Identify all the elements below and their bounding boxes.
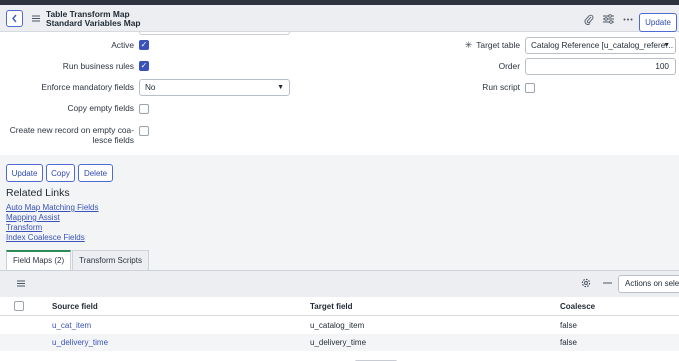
select-all-checkbox[interactable]	[14, 301, 24, 311]
gear-icon	[581, 278, 591, 288]
actions-select[interactable]: Actions on selec	[618, 275, 679, 293]
run-business-rules-label: Run business rules	[62, 61, 134, 71]
enforce-mandatory-select[interactable]: No ▼	[139, 79, 290, 96]
partial-field-above	[139, 32, 290, 35]
attachment-button[interactable]	[583, 13, 595, 25]
enforce-mandatory-label: Enforce mandatory fields	[41, 82, 134, 92]
enforce-mandatory-value: No	[145, 83, 156, 92]
header-update-button[interactable]: Update	[639, 13, 677, 32]
related-link-auto-map[interactable]: Auto Map Matching Fields	[6, 203, 99, 213]
table-row: u_cat_item u_catalog_item false	[0, 317, 679, 334]
delete-button[interactable]: Delete	[78, 164, 113, 182]
title-line-2: Standard Variables Map	[46, 18, 141, 28]
column-header-coalesce[interactable]: Coalesce	[560, 297, 595, 316]
context-menu-button[interactable]	[28, 10, 43, 27]
back-button[interactable]	[6, 10, 23, 27]
coalesce-cell: false	[560, 338, 577, 347]
source-field-cell[interactable]: u_delivery_time	[52, 334, 108, 351]
active-label: Active	[111, 40, 134, 50]
order-input[interactable]: 100	[525, 58, 676, 75]
table-row: u_delivery_time u_delivery_time false	[0, 334, 679, 351]
hamburger-icon	[17, 280, 25, 286]
create-new-label-line-1: Create new record on empty coa-	[9, 125, 134, 135]
target-table-label: ✳ Target table	[465, 40, 520, 50]
copy-button[interactable]: Copy	[46, 164, 75, 182]
source-field-cell[interactable]: u_cat_item	[52, 317, 91, 334]
chevron-left-icon	[12, 14, 17, 23]
column-header-target-field[interactable]: Target field	[310, 297, 353, 316]
required-icon: ✳	[464, 40, 473, 50]
related-list-tabs: Field Maps (2) Transform Scripts	[6, 250, 150, 270]
related-link-mapping-assist[interactable]: Mapping Assist	[6, 213, 60, 223]
copy-empty-checkbox[interactable]	[139, 104, 149, 114]
related-links-title: Related Links	[6, 187, 70, 199]
paperclip-icon	[584, 14, 594, 25]
update-button[interactable]: Update	[6, 164, 43, 182]
create-new-label: Create new record on empty coa- lesce fi…	[10, 125, 134, 145]
list-toolbar: Actions on selec	[0, 271, 679, 297]
page-title: Table Transform Map Standard Variables M…	[46, 10, 140, 28]
tab-field-maps[interactable]: Field Maps (2)	[6, 250, 72, 270]
lower-section: Update Copy Delete Related Links Auto Ma…	[0, 155, 679, 361]
field-maps-list: Actions on selec Source field Target fie…	[0, 270, 679, 361]
more-options-button[interactable]	[622, 13, 634, 25]
related-link-index-coalesce[interactable]: Index Coalesce Fields	[6, 233, 85, 243]
chevron-down-icon: ▼	[663, 42, 670, 49]
create-new-checkbox[interactable]	[139, 126, 149, 136]
target-field-cell: u_delivery_time	[310, 338, 367, 347]
copy-empty-label: Copy empty fields	[67, 103, 134, 113]
more-horizontal-icon	[623, 18, 633, 20]
hamburger-icon	[31, 15, 40, 22]
personalize-button[interactable]	[602, 13, 614, 25]
list-menu-button[interactable]	[15, 277, 27, 289]
target-table-label-text: Target table	[476, 40, 520, 50]
target-table-select[interactable]: Catalog Reference [u_catalog_refere… ▼	[525, 37, 676, 54]
target-table-value: Catalog Reference [u_catalog_refere…	[531, 41, 674, 50]
form-header: Table Transform Map Standard Variables M…	[0, 5, 679, 32]
run-script-checkbox[interactable]	[525, 83, 535, 93]
run-business-rules-checkbox[interactable]: ✓	[139, 61, 149, 71]
chevron-down-icon: ▼	[277, 84, 284, 91]
list-settings-button[interactable]	[580, 277, 592, 289]
coalesce-cell: false	[560, 321, 577, 330]
sliders-icon	[602, 14, 614, 24]
transform-map-form: Active ✓ Run business rules ✓ Enforce ma…	[0, 32, 679, 155]
collapse-list-button[interactable]	[601, 277, 613, 289]
minus-icon	[602, 282, 612, 284]
target-field-cell: u_catalog_item	[310, 321, 365, 330]
column-header-source-field[interactable]: Source field	[52, 297, 98, 316]
related-link-transform[interactable]: Transform	[6, 223, 42, 233]
table-header: Source field Target field Coalesce	[0, 297, 679, 316]
run-script-label: Run script	[482, 82, 520, 92]
order-label: Order	[498, 61, 520, 71]
active-checkbox[interactable]: ✓	[139, 40, 149, 50]
create-new-label-line-2: lesce fields	[92, 135, 134, 145]
tab-transform-scripts[interactable]: Transform Scripts	[72, 250, 149, 270]
